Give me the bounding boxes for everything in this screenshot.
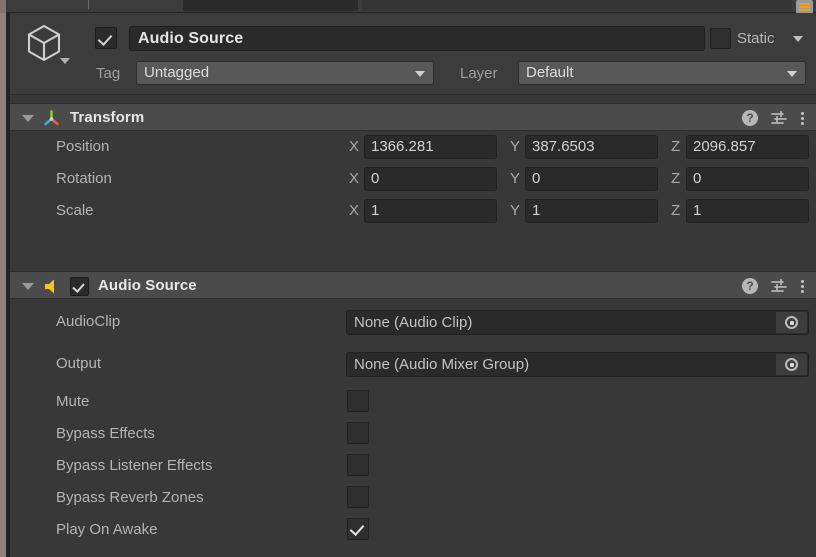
- row-play-on-awake: Play On Awake: [10, 514, 816, 546]
- row-label: Bypass Listener Effects: [56, 457, 213, 474]
- more-options-icon[interactable]: [800, 278, 804, 294]
- axis-label-z: Z: [671, 170, 681, 187]
- object-picker-icon[interactable]: [776, 312, 807, 333]
- transform-title: Transform: [70, 109, 145, 126]
- axis-label-y: Y: [510, 138, 521, 155]
- audioclip-value: None (Audio Clip): [354, 314, 473, 331]
- rotation-z-field[interactable]: 0: [686, 167, 809, 191]
- row-mute: Mute: [10, 386, 816, 418]
- transform-row-scale: Scale X 1 Y 1 Z 1: [10, 195, 816, 227]
- layer-dropdown[interactable]: Default: [518, 61, 806, 85]
- inspector-body: Audio Source Static Tag Untagged Layer D…: [10, 13, 816, 557]
- position-z-field[interactable]: 2096.857: [686, 135, 809, 159]
- transform-header-icons: ?: [742, 109, 804, 127]
- transform-row-rotation: Rotation X 0 Y 0 Z 0: [10, 163, 816, 195]
- tab-strip-divider: [88, 0, 89, 9]
- tag-label: Tag: [96, 65, 121, 82]
- output-value: None (Audio Mixer Group): [354, 356, 530, 373]
- help-icon[interactable]: ?: [742, 110, 758, 126]
- window-left-rail-top: [0, 0, 6, 13]
- axis-label-z: Z: [671, 202, 681, 219]
- axis-label-z: Z: [671, 138, 681, 155]
- component-transform: Transform ? Position X 1366.281 Y 387.65…: [10, 103, 816, 227]
- tag-dropdown[interactable]: Untagged: [136, 61, 434, 85]
- gameobject-enabled-checkbox[interactable]: [95, 27, 117, 49]
- inspector-lock-icon[interactable]: [796, 0, 813, 14]
- scale-y-field[interactable]: 1: [525, 199, 658, 223]
- audio-source-title: Audio Source: [98, 277, 197, 294]
- gameobject-name-field[interactable]: Audio Source: [129, 26, 705, 51]
- row-label: Mute: [56, 393, 90, 410]
- more-options-icon[interactable]: [800, 110, 804, 126]
- preset-settings-icon[interactable]: [771, 278, 787, 294]
- static-dropdown-arrow[interactable]: [793, 36, 803, 42]
- static-label: Static: [737, 30, 775, 47]
- audio-source-enabled-checkbox[interactable]: [70, 277, 89, 296]
- prefab-dropdown-arrow[interactable]: [60, 58, 70, 64]
- mute-checkbox[interactable]: [347, 390, 369, 412]
- position-y-field[interactable]: 387.6503: [525, 135, 658, 159]
- axis-label-y: Y: [510, 170, 521, 187]
- row-label: Bypass Reverb Zones: [56, 489, 204, 506]
- audio-source-foldout-arrow[interactable]: [22, 283, 34, 290]
- transform-row-position: Position X 1366.281 Y 387.6503 Z 2096.85…: [10, 131, 816, 163]
- gameobject-header: Audio Source Static Tag Untagged Layer D…: [10, 13, 816, 95]
- tab-strip-field-left[interactable]: [183, 0, 358, 11]
- bypass-effects-checkbox[interactable]: [347, 422, 369, 444]
- scale-z-field[interactable]: 1: [686, 199, 809, 223]
- audio-source-header-icons: ?: [742, 277, 804, 295]
- axis-label-x: X: [349, 202, 360, 219]
- tab-strip-field-right[interactable]: [362, 0, 792, 11]
- audio-source-header[interactable]: Audio Source ?: [10, 271, 816, 299]
- bypass-listener-effects-checkbox[interactable]: [347, 454, 369, 476]
- scale-x-field[interactable]: 1: [364, 199, 497, 223]
- axis-label-x: X: [349, 170, 360, 187]
- row-bypass-reverb-zones: Bypass Reverb Zones: [10, 482, 816, 514]
- row-label: AudioClip: [56, 313, 121, 330]
- axis-label-y: Y: [510, 202, 521, 219]
- rotation-x-field[interactable]: 0: [364, 167, 497, 191]
- object-picker-icon[interactable]: [776, 354, 807, 375]
- help-icon[interactable]: ?: [742, 278, 758, 294]
- rotation-y-field[interactable]: 0: [525, 167, 658, 191]
- row-audioclip: AudioClip None (Audio Clip): [10, 299, 816, 345]
- row-label: Rotation: [56, 170, 112, 187]
- speaker-icon: [42, 277, 61, 296]
- chevron-down-icon: [787, 71, 797, 77]
- inspector-window: Audio Source Static Tag Untagged Layer D…: [0, 0, 816, 557]
- row-label: Position: [56, 138, 110, 155]
- row-label: Play On Awake: [56, 521, 158, 538]
- window-tab-strip: [0, 0, 816, 14]
- row-label: Output: [56, 355, 102, 372]
- row-output: Output None (Audio Mixer Group): [10, 345, 816, 386]
- tag-value: Untagged: [144, 64, 210, 81]
- preset-settings-icon[interactable]: [771, 110, 787, 126]
- row-bypass-listener-effects: Bypass Listener Effects: [10, 450, 816, 482]
- axis-label-x: X: [349, 138, 360, 155]
- component-audio-source: Audio Source ? AudioClip None (Audio Cli…: [10, 271, 816, 546]
- transform-gizmo-icon: [42, 109, 61, 128]
- row-label: Scale: [56, 202, 94, 219]
- row-label: Bypass Effects: [56, 425, 155, 442]
- play-on-awake-checkbox[interactable]: [347, 518, 369, 540]
- transform-foldout-arrow[interactable]: [22, 115, 34, 122]
- audioclip-object-field[interactable]: None (Audio Clip): [346, 310, 809, 335]
- chevron-down-icon: [415, 71, 425, 77]
- static-checkbox[interactable]: [710, 28, 731, 49]
- output-object-field[interactable]: None (Audio Mixer Group): [346, 352, 809, 377]
- bypass-reverb-zones-checkbox[interactable]: [347, 486, 369, 508]
- row-bypass-effects: Bypass Effects: [10, 418, 816, 450]
- position-x-field[interactable]: 1366.281: [364, 135, 497, 159]
- transform-header[interactable]: Transform ?: [10, 103, 816, 131]
- layer-value: Default: [526, 64, 574, 81]
- layer-label: Layer: [460, 65, 498, 82]
